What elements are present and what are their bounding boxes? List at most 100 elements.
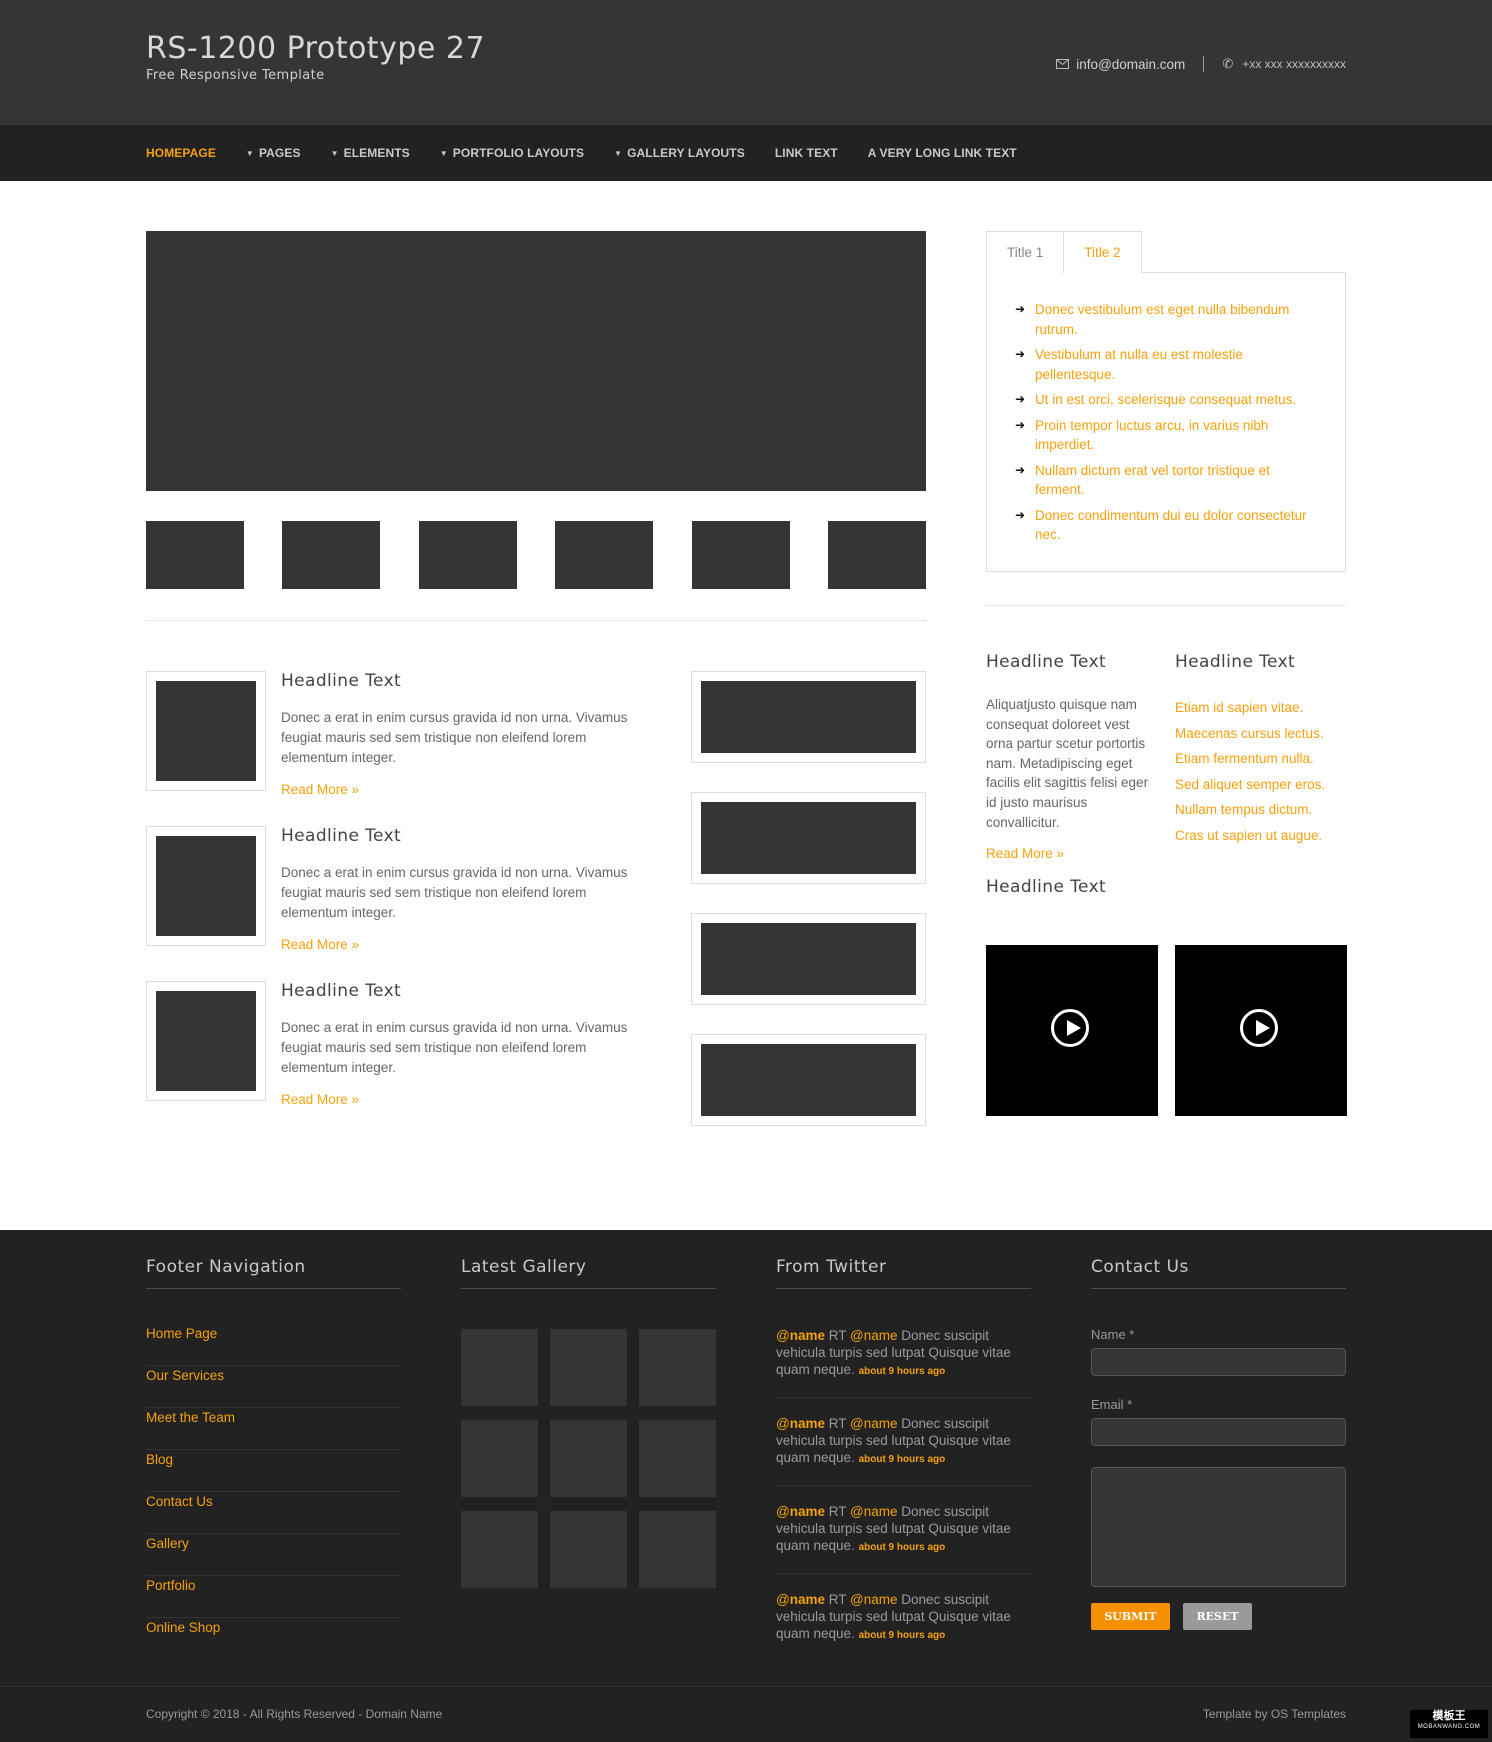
article-image[interactable] (146, 826, 266, 946)
right-link[interactable]: Cras ut sapien ut augue. (1175, 823, 1355, 849)
nav-item-homepage[interactable]: HOMEPAGE (146, 146, 216, 160)
article-image[interactable] (146, 981, 266, 1101)
footer-link[interactable]: Our Services (146, 1366, 401, 1408)
gallery-thumb[interactable] (550, 1329, 627, 1406)
template-credit[interactable]: Template by OS Templates (1203, 1707, 1346, 1721)
tweet-user-link[interactable]: @name (850, 1592, 898, 1607)
header-email[interactable]: info@domain.com (1076, 57, 1185, 72)
feature-image[interactable] (691, 671, 926, 763)
footer-link[interactable]: Blog (146, 1450, 401, 1492)
feature-image[interactable] (691, 792, 926, 884)
logo[interactable]: RS-1200 Prototype 27 Free Responsive Tem… (146, 34, 485, 84)
slider-thumb[interactable] (146, 521, 244, 589)
footer-link[interactable]: Home Page (146, 1324, 401, 1366)
right-link[interactable]: Etiam id sapien vitae. (1175, 695, 1355, 721)
tweet-user-link[interactable]: @name (776, 1328, 825, 1343)
tweet-time[interactable]: about 9 hours ago (859, 1366, 946, 1377)
slider-thumb[interactable] (555, 521, 654, 589)
tab-list-item[interactable]: ➜ Vestibulum at nulla eu est molestie pel… (1015, 345, 1321, 384)
tab-list-item[interactable]: ➜ Donec condimentum dui eu dolor consecte… (1015, 506, 1321, 545)
slider-thumb[interactable] (418, 521, 517, 589)
arrow-right-icon: ➜ (1015, 462, 1026, 477)
tab-title-1[interactable]: Title 1 (986, 231, 1065, 273)
gallery-thumb[interactable] (550, 1420, 627, 1497)
copyright-bar: Copyright © 2018 - All Rights Reserved -… (0, 1686, 1492, 1742)
envelope-icon (1056, 57, 1072, 72)
arrow-right-icon: ➜ (1015, 507, 1026, 522)
header-contact: info@domain.com ✆ +xx xxx xxxxxxxxxx (1056, 56, 1346, 72)
caret-down-icon: ▼ (614, 149, 623, 158)
feature-image[interactable] (691, 913, 926, 1005)
right-link[interactable]: Maecenas cursus lectus. (1175, 721, 1355, 747)
slider-thumb[interactable] (282, 521, 381, 589)
footer-link[interactable]: Gallery (146, 1534, 401, 1576)
message-field[interactable] (1091, 1467, 1346, 1587)
gallery-thumb[interactable] (639, 1329, 716, 1406)
video-player[interactable] (1175, 945, 1347, 1116)
gallery-thumb[interactable] (639, 1420, 716, 1497)
site-tagline: Free Responsive Template (146, 68, 325, 83)
tab-list-item[interactable]: ➜ Nullam dictum erat vel tortor tristique… (1015, 461, 1321, 500)
nav-item-elements[interactable]: ▼ ELEMENTS (331, 146, 410, 160)
read-more-link[interactable]: Read More » (986, 846, 1064, 861)
name-field[interactable] (1091, 1348, 1346, 1376)
site-footer: Footer Navigation Home Page Our Services… (0, 1230, 1492, 1686)
email-field[interactable] (1091, 1418, 1346, 1446)
tab-list-item[interactable]: ➜ Donec vestibulum est eget nulla bibendu… (1015, 300, 1321, 339)
tweet-user-link[interactable]: @name (850, 1328, 898, 1343)
nav-item-pages[interactable]: ▼ PAGES (246, 146, 301, 160)
footer-heading: From Twitter (776, 1257, 1031, 1289)
tweet-user-link[interactable]: @name (776, 1416, 825, 1431)
article-image[interactable] (146, 671, 266, 791)
gallery-thumb[interactable] (639, 1511, 716, 1588)
slider-image[interactable] (146, 231, 926, 491)
footer-link[interactable]: Online Shop (146, 1618, 401, 1660)
video-headline: Headline Text (986, 877, 1107, 898)
footer-heading: Contact Us (1091, 1257, 1346, 1289)
submit-button[interactable]: SUBMIT (1091, 1603, 1170, 1630)
tab-list-item[interactable]: ➜ Ut in est orci, scelerisque consequat m… (1015, 390, 1321, 410)
gallery-thumb[interactable] (461, 1420, 538, 1497)
gallery-thumb[interactable] (461, 1329, 538, 1406)
article-body: Donec a erat in enim cursus gravida id n… (281, 865, 628, 920)
tweet: @name RT @name Donec suscipit vehicula t… (776, 1592, 1011, 1641)
nav-item-gallery-layouts[interactable]: ▼ GALLERY LAYOUTS (614, 146, 745, 160)
nav-item-portfolio-layouts[interactable]: ▼ PORTFOLIO LAYOUTS (440, 146, 584, 160)
play-icon[interactable] (1051, 1009, 1089, 1047)
right-link[interactable]: Nullam tempus dictum. (1175, 797, 1355, 823)
read-more-link[interactable]: Read More » (281, 1092, 359, 1107)
tweet-user-link[interactable]: @name (776, 1504, 825, 1519)
site-title[interactable]: RS-1200 Prototype 27 (146, 34, 485, 64)
read-more-link[interactable]: Read More » (281, 782, 359, 797)
nav-item-link-text[interactable]: LINK TEXT (775, 146, 838, 160)
right-link-block: Headline Text Etiam id sapien vitae. Mae… (1175, 652, 1355, 848)
right-link[interactable]: Etiam fermentum nulla. (1175, 746, 1355, 772)
footer-link[interactable]: Meet the Team (146, 1408, 401, 1450)
reset-button[interactable]: RESET (1183, 1603, 1252, 1630)
tab-list-item[interactable]: ➜ Proin tempor luctus arcu, in varius nib… (1015, 416, 1321, 455)
tweet-time[interactable]: about 9 hours ago (859, 1542, 946, 1553)
nav-item-long-link[interactable]: A VERY LONG LINK TEXT (868, 146, 1017, 160)
gallery-thumb[interactable] (461, 1511, 538, 1588)
read-more-link[interactable]: Read More » (281, 937, 359, 952)
divider (146, 620, 926, 621)
feature-image[interactable] (691, 1034, 926, 1126)
tab-title-2[interactable]: Title 2 (1064, 231, 1142, 273)
slider-thumb[interactable] (691, 521, 790, 589)
tweet-user-link[interactable]: @name (850, 1416, 898, 1431)
gallery-thumb[interactable] (550, 1511, 627, 1588)
arrow-right-icon: ➜ (1015, 417, 1026, 432)
tweet-time[interactable]: about 9 hours ago (859, 1454, 946, 1465)
tweet-user-link[interactable]: @name (776, 1592, 825, 1607)
play-icon[interactable] (1240, 1009, 1278, 1047)
arrow-right-icon: ➜ (1015, 347, 1026, 361)
right-link[interactable]: Sed aliquet semper eros. (1175, 772, 1355, 798)
article-item: Headline Text Donec a erat in enim cursu… (146, 981, 656, 1107)
footer-link[interactable]: Contact Us (146, 1492, 401, 1534)
tweet-user-link[interactable]: @name (850, 1504, 898, 1519)
footer-link[interactable]: Portfolio (146, 1576, 401, 1618)
slider-thumb[interactable] (827, 521, 926, 589)
footer-contact: Contact Us Name * Email * SUBMIT RESET (1091, 1257, 1346, 1630)
video-player[interactable] (986, 945, 1158, 1116)
tweet-time[interactable]: about 9 hours ago (859, 1630, 946, 1641)
